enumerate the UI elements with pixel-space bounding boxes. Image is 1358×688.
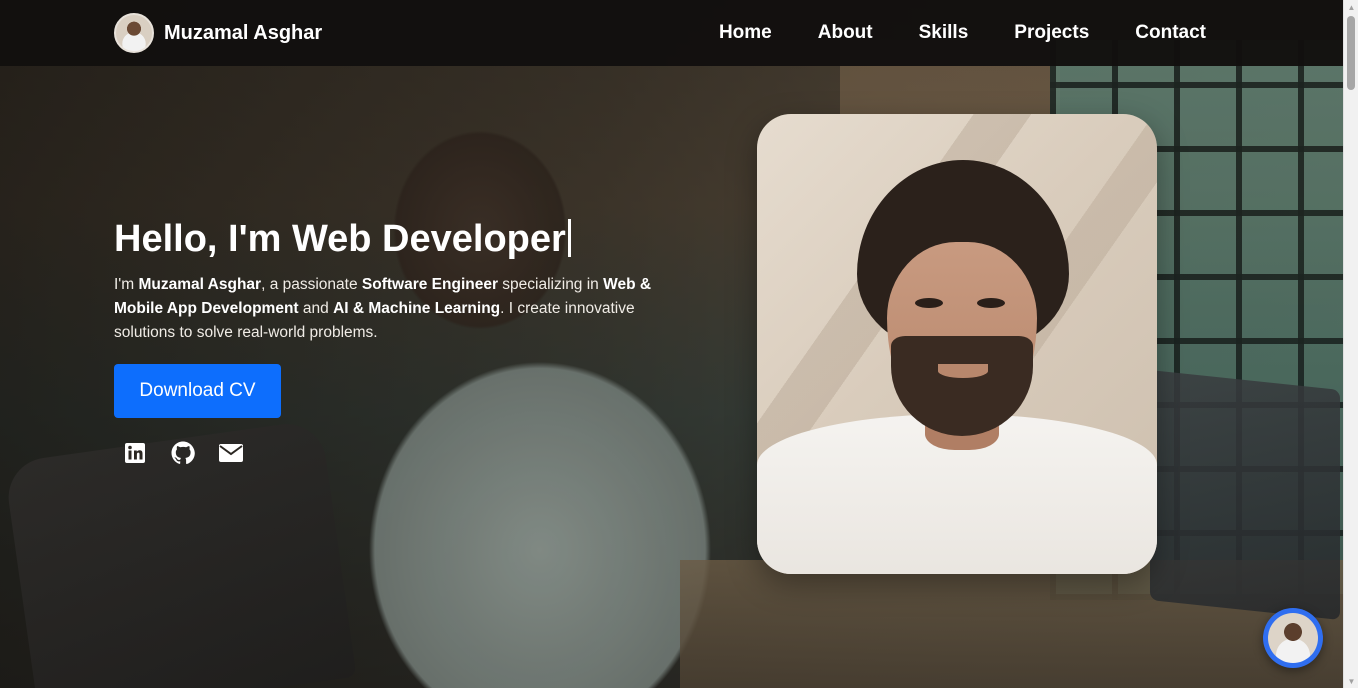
nav-links: Home About Skills Projects Contact [719, 22, 1229, 44]
download-cv-button[interactable]: Download CV [114, 364, 281, 418]
scroll-up-arrow-icon[interactable]: ▲ [1344, 0, 1358, 14]
social-links [122, 440, 244, 466]
desc-text: , a passionate [261, 276, 362, 293]
background-laptop [1150, 370, 1340, 620]
desc-role: Software Engineer [361, 276, 498, 293]
github-icon[interactable] [170, 440, 196, 466]
navbar: Muzamal Asghar Home About Skills Project… [0, 0, 1343, 66]
nav-about[interactable]: About [818, 22, 873, 44]
typing-cursor [567, 219, 571, 257]
desc-area-ai-ml: AI & Machine Learning [333, 300, 501, 317]
chat-avatar-button[interactable] [1263, 608, 1323, 668]
nav-home[interactable]: Home [719, 22, 772, 44]
scrollbar-thumb[interactable] [1347, 16, 1355, 90]
desc-text: I'm [114, 276, 139, 293]
photo-mouth [938, 364, 988, 378]
brand-link[interactable]: Muzamal Asghar [114, 13, 322, 53]
linkedin-icon[interactable] [122, 440, 148, 466]
hero-title-text: Hello, I'm Web Developer [114, 218, 566, 260]
desc-text: and [298, 300, 334, 317]
envelope-icon[interactable] [218, 440, 244, 466]
page-scrollbar[interactable]: ▲ ▼ [1343, 0, 1358, 688]
brand-name: Muzamal Asghar [164, 21, 323, 44]
brand-avatar [114, 13, 154, 53]
chat-avatar-image [1268, 613, 1318, 663]
hero-description: I'm Muzamal Asghar, a passionate Softwar… [114, 273, 654, 345]
desc-text: specializing in [498, 276, 604, 293]
photo-eye-left [915, 298, 943, 308]
scroll-down-arrow-icon[interactable]: ▼ [1344, 674, 1358, 688]
profile-photo [757, 114, 1157, 574]
nav-skills[interactable]: Skills [919, 22, 969, 44]
photo-eye-right [977, 298, 1005, 308]
nav-projects[interactable]: Projects [1014, 22, 1089, 44]
desc-name: Muzamal Asghar [138, 276, 262, 293]
hero-title: Hello, I'm Web Developer [114, 218, 571, 261]
nav-contact[interactable]: Contact [1135, 22, 1206, 44]
